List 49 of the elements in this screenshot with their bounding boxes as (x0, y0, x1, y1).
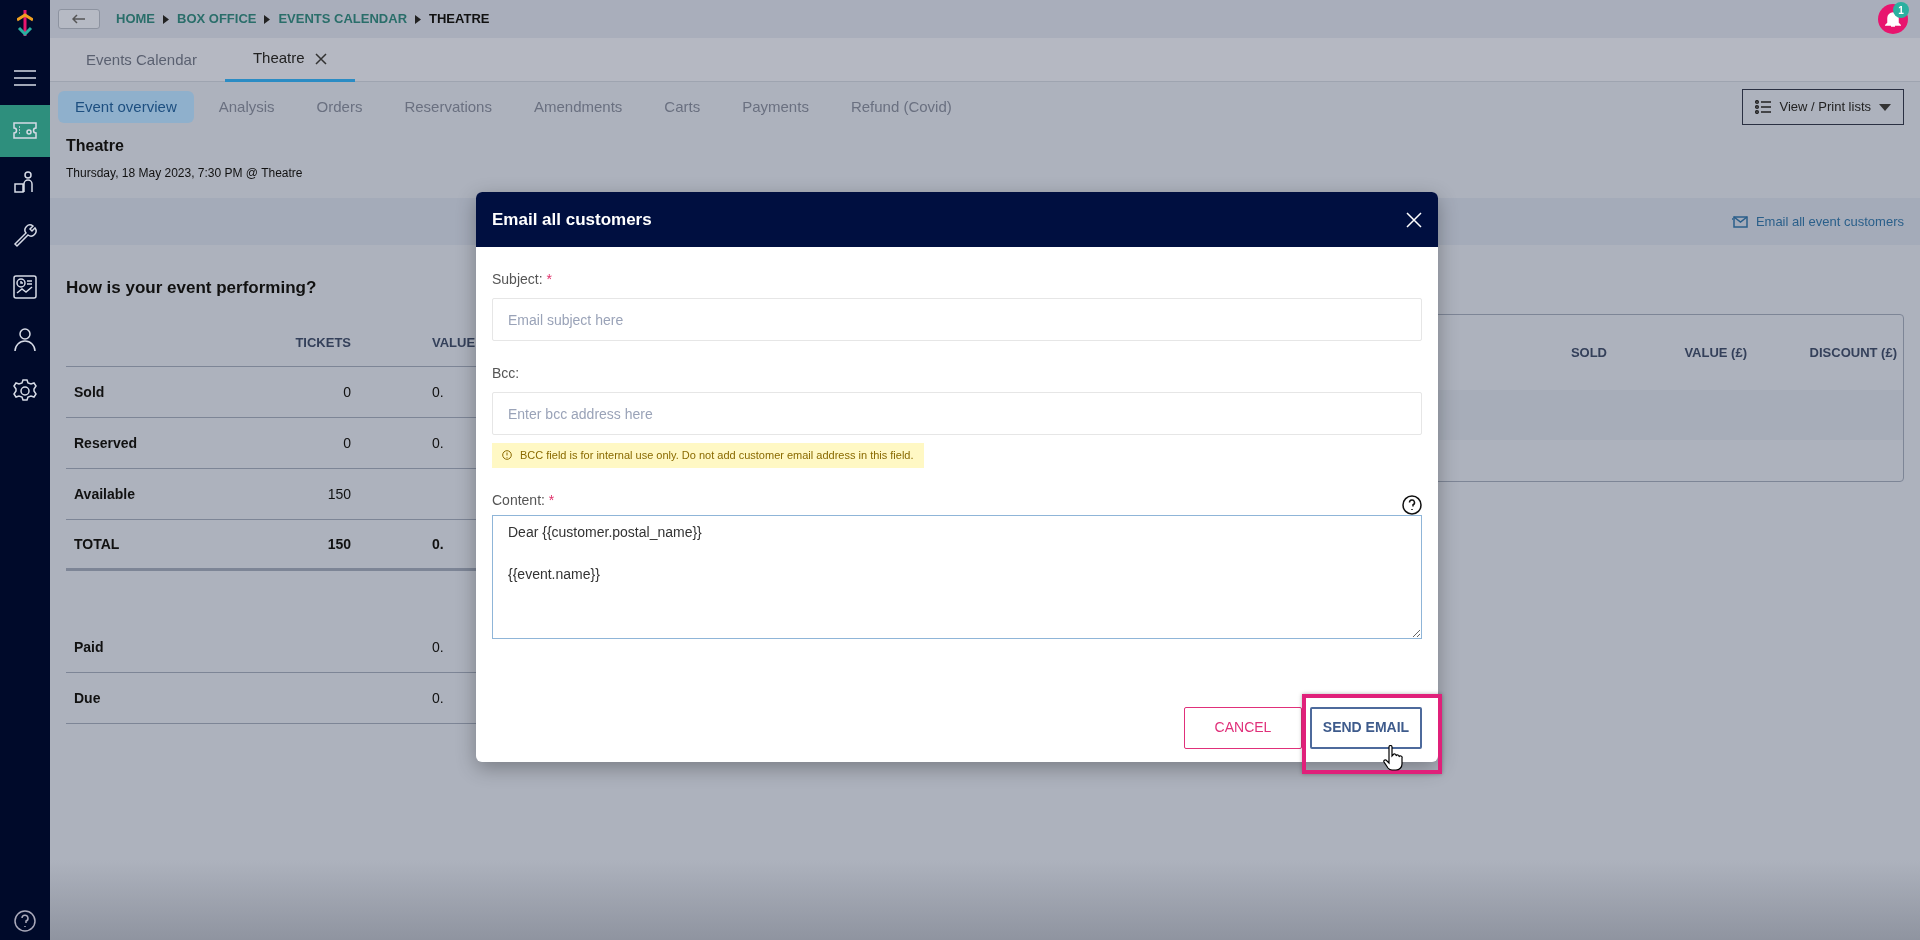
table-cell-text: 0. (432, 534, 445, 554)
subnav-tab[interactable]: Amendments (516, 90, 640, 124)
breadcrumb-link[interactable]: EVENTS CALENDAR (278, 9, 408, 29)
row-label: Sold (73, 382, 106, 402)
subnav-tab[interactable]: Event overview (58, 90, 194, 124)
column-header: VALUE (£) (1683, 343, 1747, 362)
subnav-tab[interactable]: Reservations (387, 90, 509, 124)
subnav-tab[interactable]: Carts (647, 90, 718, 124)
subnav-tab[interactable]: Analysis (201, 90, 292, 124)
row-label: Reserved (73, 433, 139, 453)
email-customers-link[interactable]: Email all event customers (1731, 211, 1904, 232)
modal-title: Email all customers (492, 208, 652, 231)
event-date: Thursday, 18 May 2023, 7:30 PM @ Theatre (65, 165, 304, 182)
send-button[interactable]: SEND EMAIL (1310, 706, 1422, 749)
column-header: DISCOUNT (£) (1808, 343, 1897, 362)
table-cell-text: 0. (432, 433, 445, 453)
page-tab[interactable]: Theatre (224, 38, 355, 82)
event-title: Theatre (65, 136, 125, 156)
cancel-button[interactable]: CANCEL (1184, 706, 1302, 749)
page-tab[interactable]: Events Calendar (58, 38, 225, 82)
subnav-tab[interactable]: Orders (299, 90, 380, 124)
row-label: Due (73, 688, 102, 708)
table-cell-text: 150 (326, 484, 351, 504)
breadcrumb-link[interactable]: BOX OFFICE (177, 9, 257, 29)
field-label: Content: * (492, 490, 555, 510)
row-label: Paid (73, 637, 105, 657)
field-label: Bcc: (492, 364, 521, 383)
notification-badge: 1 (1893, 2, 1909, 18)
row-label: Available (73, 484, 136, 504)
input-field[interactable]: Email subject here (492, 298, 1422, 341)
table-cell-text: 0. (432, 637, 445, 657)
table-cell-text: 0 (342, 382, 351, 402)
table-cell-text: 150 (326, 534, 351, 554)
section-heading: How is your event performing? (66, 277, 318, 299)
row-label: TOTAL (73, 534, 121, 554)
subnav-tab[interactable]: Refund (Covid) (833, 90, 969, 124)
table-cell-text: 0. (432, 688, 445, 708)
table-cell-text: 0 (342, 433, 351, 453)
table-cell-text: 0. (432, 382, 445, 402)
column-header: SOLD (1569, 343, 1607, 362)
column-header: VALUE (432, 333, 477, 352)
subnav-tab[interactable]: Payments (725, 90, 826, 124)
content-field[interactable]: Dear {{customer.postal_name}} {{event.name}} (492, 514, 1422, 639)
view-print-button[interactable]: View / Print lists (1742, 89, 1904, 125)
breadcrumb-link[interactable]: HOME (116, 9, 155, 29)
field-label: Subject: * (492, 270, 553, 289)
column-header: TICKETS (294, 333, 351, 352)
input-field[interactable]: Enter bcc address here (492, 392, 1422, 435)
warning-note: BCC field is for internal use only. Do not add customer email address in this field. (492, 443, 924, 468)
